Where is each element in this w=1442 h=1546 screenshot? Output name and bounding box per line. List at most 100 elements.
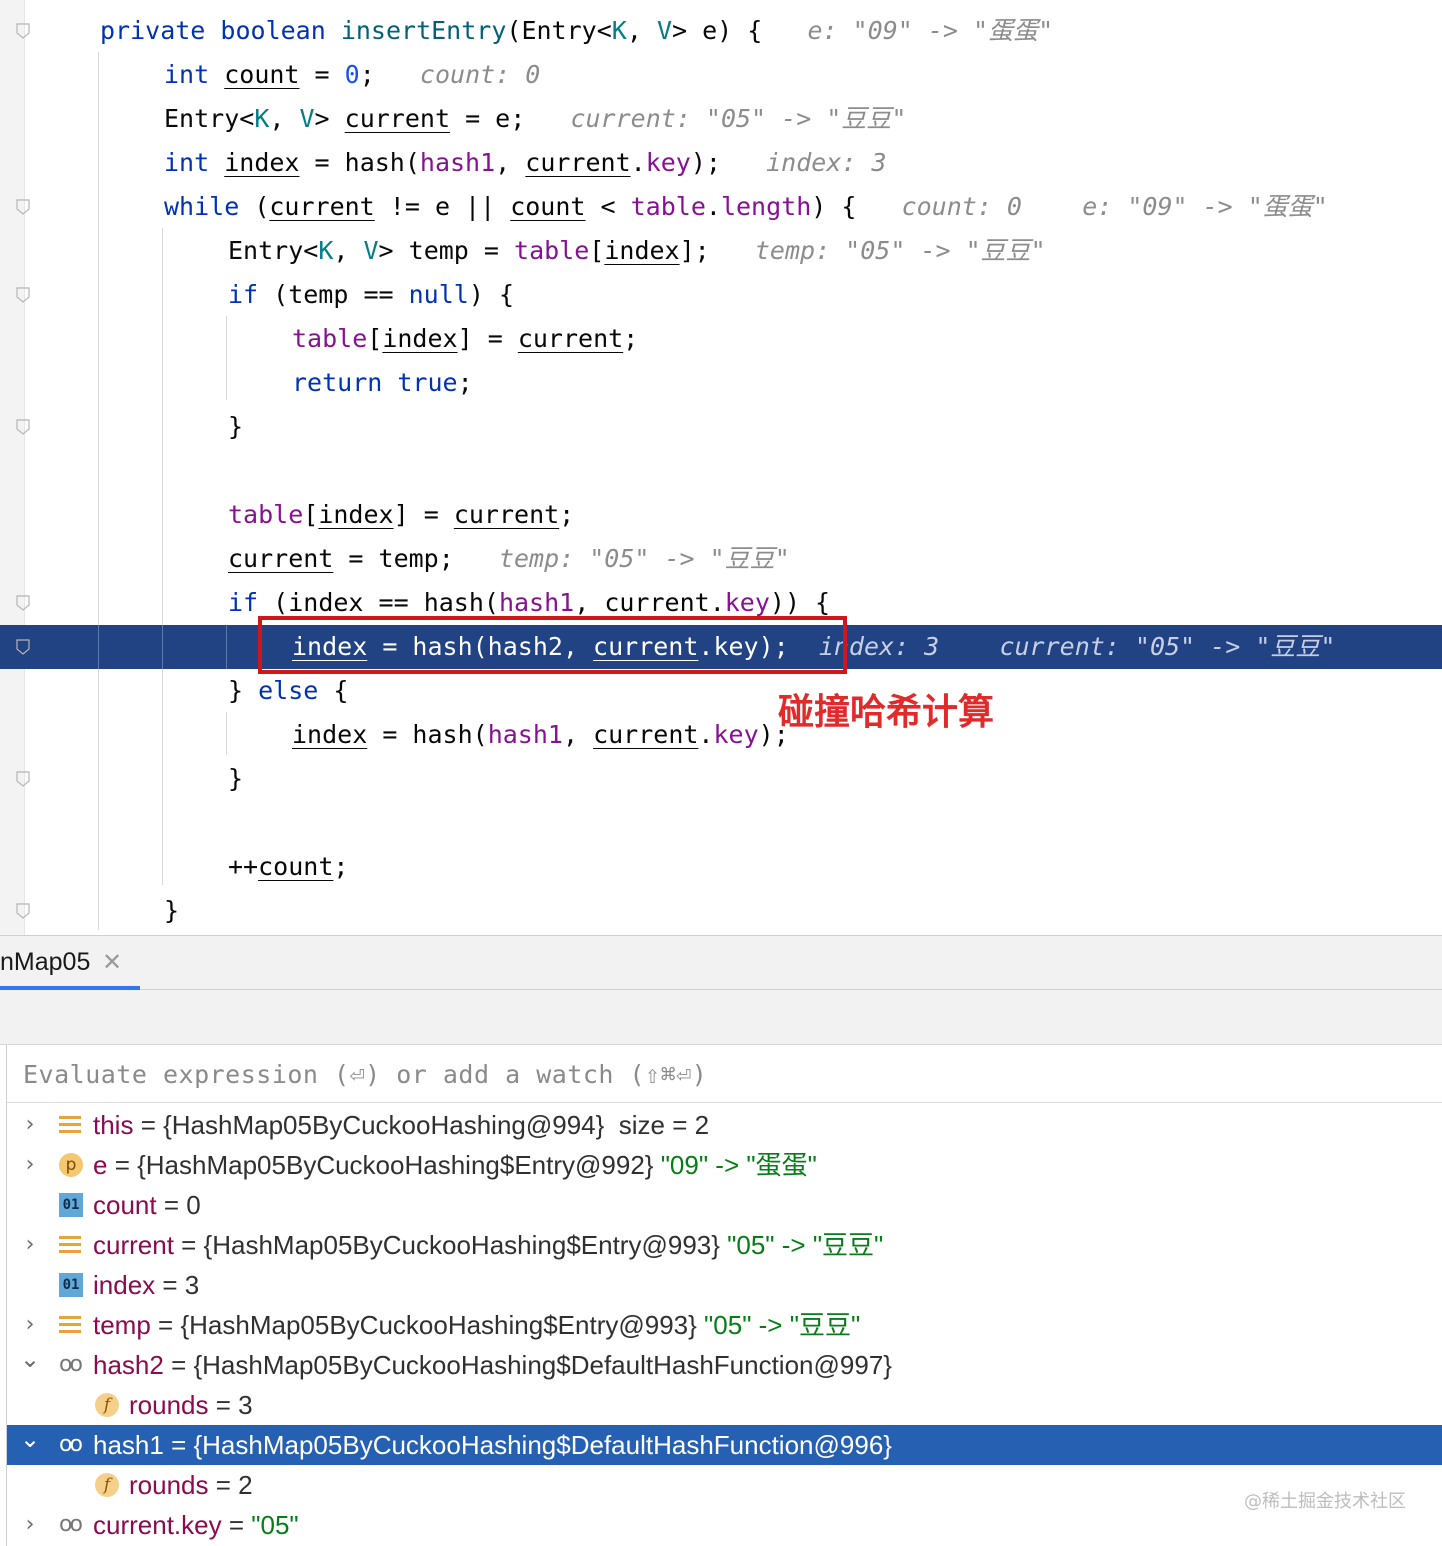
code-line[interactable]: return true; [0, 361, 1442, 405]
code-token: = hash( [367, 720, 488, 749]
fold-marker-icon[interactable] [16, 903, 30, 919]
code-token: = hash(hash2, [367, 632, 594, 661]
variable-value: = {HashMap05ByCuckooHashing$Entry@993} [173, 1230, 728, 1260]
code-line[interactable]: ++count; [0, 845, 1442, 889]
variable-row-current-key[interactable]: › oo current.key = "05" [7, 1505, 1442, 1545]
code-token: V [656, 16, 672, 45]
code-line[interactable]: while (current != e || count < table.len… [0, 185, 1442, 229]
variable-row-e[interactable]: › p e = {HashMap05ByCuckooHashing$Entry@99… [7, 1145, 1442, 1185]
code-editor[interactable]: private boolean insertEntry(Entry<K, V> … [0, 0, 1442, 935]
variable-row-hash2[interactable]: ⌄ oo hash2 = {HashMap05ByCuckooHashing$Def… [7, 1345, 1442, 1385]
variable-row-this[interactable]: › this = {HashMap05ByCuckooHashing@994} s… [7, 1105, 1442, 1145]
code-line[interactable]: } else { [0, 669, 1442, 713]
fold-marker-icon[interactable] [16, 23, 30, 39]
code-text: Entry<K, V> current = e; current: "05" -… [164, 97, 906, 141]
code-token: index [604, 236, 680, 265]
close-icon[interactable]: ✕ [102, 948, 122, 976]
code-line[interactable]: private boolean insertEntry(Entry<K, V> … [0, 9, 1442, 53]
code-line[interactable]: } [0, 405, 1442, 449]
variable-string-value: "05" [251, 1510, 299, 1540]
chevron-right-icon[interactable]: › [17, 1505, 43, 1545]
code-token: ] = [457, 324, 518, 353]
variable-string-value: "09" -> "蛋蛋" [660, 1150, 817, 1180]
variables-panel: › this = {HashMap05ByCuckooHashing@994} s… [6, 1045, 1442, 1546]
code-token: int [164, 60, 225, 89]
code-token: ) { [811, 192, 902, 221]
code-token: current [228, 544, 334, 573]
chevron-right-icon[interactable]: › [17, 1305, 43, 1345]
code-line[interactable]: if (temp == null) { [0, 273, 1442, 317]
watch-expression-field[interactable] [7, 1045, 1442, 1103]
code-token: table [630, 192, 706, 221]
code-token: 0 [344, 60, 360, 89]
code-token: if [228, 280, 274, 309]
code-token: index [292, 632, 368, 661]
tab-debug-session[interactable]: nMap05 ✕ [0, 936, 140, 990]
code-token: hash1 [487, 720, 563, 749]
code-line[interactable]: table[index] = current; [0, 317, 1442, 361]
fold-marker-icon[interactable] [16, 199, 30, 215]
code-line[interactable]: int index = hash(hash1, current.key); in… [0, 141, 1442, 185]
variable-name: current [93, 1230, 174, 1260]
code-line[interactable]: current = temp; temp: "05" -> "豆豆" [0, 537, 1442, 581]
code-line[interactable] [0, 449, 1442, 493]
fold-marker-icon[interactable] [16, 595, 30, 611]
code-token: ++ [228, 852, 259, 881]
code-token: index [318, 500, 394, 529]
code-token: index [292, 720, 368, 749]
variable-value: = 3 [155, 1270, 200, 1300]
tab-label: nMap05 [0, 948, 91, 976]
code-line[interactable]: table[index] = current; [0, 493, 1442, 537]
code-token: (temp == [273, 280, 409, 309]
code-line[interactable]: Entry<K, V> temp = table[index]; temp: "… [0, 229, 1442, 273]
chevron-down-icon[interactable]: ⌄ [17, 1345, 43, 1385]
code-text: index = hash(hash2, current.key); index:… [292, 625, 1335, 669]
code-token: index [288, 588, 364, 617]
watch-input[interactable] [21, 1053, 1425, 1095]
code-token: if [228, 588, 274, 617]
code-token: = e; [450, 104, 571, 133]
variable-row-index[interactable]: 01 index = 3 [7, 1265, 1442, 1305]
variable-name: rounds [129, 1470, 209, 1500]
code-token: , [333, 236, 364, 265]
code-token: Entry< [164, 104, 255, 133]
code-line[interactable]: int count = 0; count: 0 [0, 53, 1442, 97]
fold-marker-icon[interactable] [16, 419, 30, 435]
code-line[interactable]: } [0, 889, 1442, 933]
code-text: table[index] = current; [228, 493, 574, 537]
inline-debug-value: temp: "05" -> "豆豆" [498, 544, 790, 573]
code-token: current [453, 500, 560, 529]
chevron-right-icon[interactable]: › [17, 1105, 43, 1145]
fold-marker-icon[interactable] [16, 639, 30, 655]
code-line[interactable]: index = hash(hash1, current.key); [0, 713, 1442, 757]
code-line[interactable]: Entry<K, V> current = e; current: "05" -… [0, 97, 1442, 141]
current-execution-line[interactable]: index = hash(hash2, current.key); index:… [0, 625, 1442, 669]
chevron-right-icon[interactable]: › [17, 1225, 43, 1265]
code-token: index [382, 324, 458, 353]
code-token: index [224, 148, 300, 177]
code-token: , [495, 148, 526, 177]
variable-row-rounds[interactable]: f rounds = 3 [7, 1385, 1442, 1425]
code-line[interactable]: if (index == hash(hash1, current.key)) { [0, 581, 1442, 625]
inline-debug-value: temp: "05" -> "豆豆" [754, 236, 1046, 265]
variable-row-hash1[interactable]: ⌄ oo hash1 = {HashMap05ByCuckooHashing$Def… [7, 1425, 1442, 1465]
variable-text: current.key = "05" [93, 1505, 299, 1545]
collision-hash-annotation: 碰撞哈希计算 [778, 692, 995, 733]
code-text: int index = hash(hash1, current.key); in… [164, 141, 887, 185]
code-token: . [698, 720, 714, 749]
variable-text: index = 3 [93, 1265, 199, 1305]
chevron-down-icon[interactable]: ⌄ [17, 1425, 43, 1465]
code-token: return true [292, 368, 458, 397]
primitive-icon: 01 [59, 1273, 83, 1297]
chevron-right-icon[interactable]: › [17, 1145, 43, 1185]
variable-row-count[interactable]: 01 count = 0 [7, 1185, 1442, 1225]
variable-row-temp[interactable]: › temp = {HashMap05ByCuckooHashing$Entry@… [7, 1305, 1442, 1345]
code-text: } [228, 405, 243, 449]
fold-marker-icon[interactable] [16, 287, 30, 303]
variable-row-current[interactable]: › current = {HashMap05ByCuckooHashing$Ent… [7, 1225, 1442, 1265]
variable-row-rounds[interactable]: f rounds = 2 [7, 1465, 1442, 1505]
code-line[interactable]: } [0, 757, 1442, 801]
code-line[interactable] [0, 801, 1442, 845]
fold-marker-icon[interactable] [16, 771, 30, 787]
watch-icon: oo [59, 1512, 83, 1537]
